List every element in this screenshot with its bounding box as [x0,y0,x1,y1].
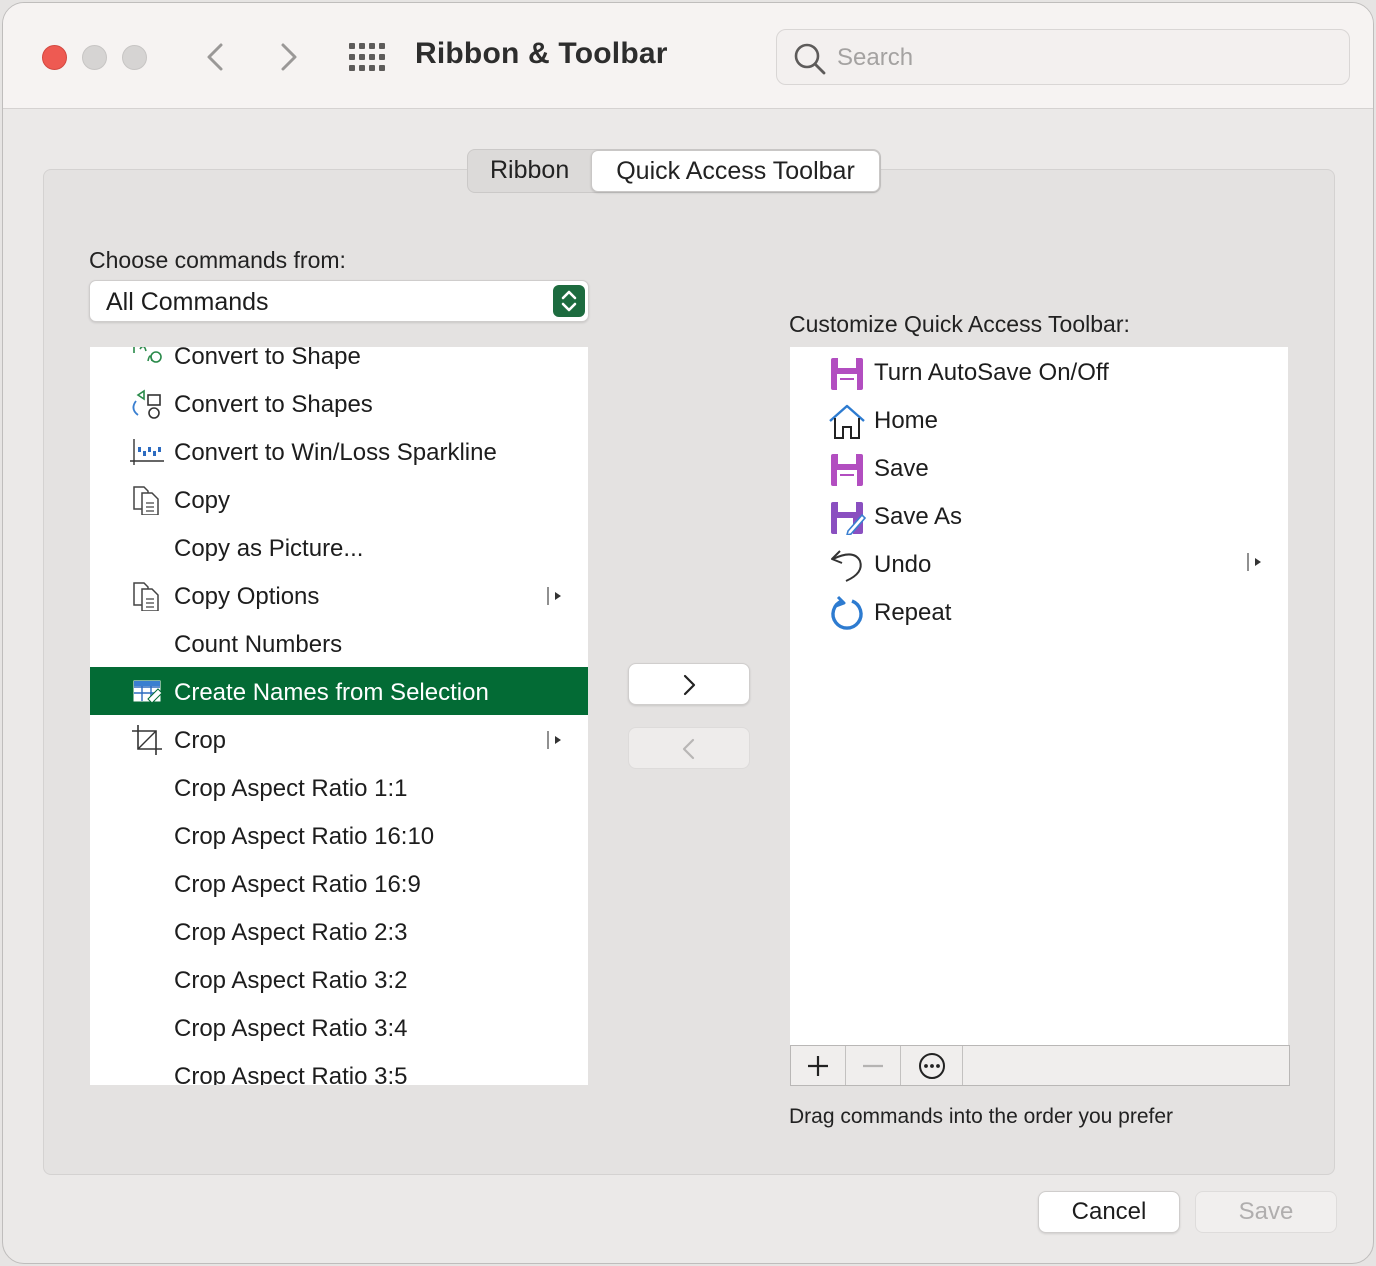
chevron-left-icon [682,738,695,760]
window-title: Ribbon & Toolbar [415,37,668,70]
add-item-button[interactable] [791,1046,846,1085]
submenu-arrow-icon [547,587,561,605]
list-item[interactable]: Turn AutoSave On/Off [790,347,1288,395]
list-item[interactable]: Repeat [790,587,1288,635]
back-button[interactable] [199,39,233,75]
list-item[interactable]: Copy Options [90,571,588,619]
save-icon [831,454,863,486]
preferences-window: Ribbon & Toolbar Ribbon Quick Access Too… [2,2,1374,1264]
add-to-toolbar-button[interactable] [628,663,750,705]
remove-item-button[interactable] [846,1046,901,1085]
list-item[interactable]: Undo [790,539,1288,587]
crop-icon [132,725,162,755]
sparkline-icon [130,439,164,465]
cancel-button[interactable]: Cancel [1038,1191,1180,1233]
search-icon [794,43,826,75]
list-item[interactable]: Crop Aspect Ratio 16:10 [90,811,588,859]
list-item[interactable]: Save As [790,491,1288,539]
more-icon [918,1052,945,1079]
toolbar-commands-list[interactable]: Turn AutoSave On/Off Home Save Save As U… [790,347,1288,1045]
list-item[interactable]: Crop Aspect Ratio 16:9 [90,859,588,907]
list-item-label: Copy as Picture... [174,535,364,562]
list-item-label: Repeat [874,599,952,626]
list-item-label: Save As [874,503,963,530]
convert-shape-icon [133,347,162,363]
grid-icon [349,43,385,71]
choose-commands-label: Choose commands from: [89,247,346,273]
close-window-button[interactable] [42,45,67,70]
minimize-window-button[interactable] [82,45,107,70]
customize-toolbar-label: Customize Quick Access Toolbar: [789,311,1130,337]
list-item[interactable]: Crop Aspect Ratio 3:4 [90,1003,588,1051]
list-item-label: Turn AutoSave On/Off [874,359,1109,386]
save-as-icon [831,502,866,535]
plus-icon [808,1055,828,1076]
list-item-label: Convert to Win/Loss Sparkline [174,439,497,466]
toolbar-list-controls [790,1045,1290,1086]
remove-from-toolbar-button[interactable] [628,727,750,769]
list-item[interactable]: Crop Aspect Ratio 1:1 [90,763,588,811]
commands-source-dropdown[interactable]: All Commands [89,280,589,322]
list-item[interactable]: Crop Aspect Ratio 2:3 [90,907,588,955]
save-icon [831,358,863,390]
list-item[interactable]: Convert to Shape [90,347,588,379]
repeat-icon [831,595,863,630]
dropdown-value: All Commands [106,288,269,316]
zoom-window-button[interactable] [122,45,147,70]
forward-button[interactable] [271,39,305,75]
commands-list[interactable]: Convert to Shape Convert to Shapes Conve… [90,347,588,1085]
minus-icon [863,1064,883,1067]
chevron-up-down-icon [553,285,585,317]
drag-hint: Drag commands into the order you prefer [789,1105,1174,1128]
list-item-label: Undo [874,551,932,578]
search-input[interactable] [837,40,1317,76]
list-item-label: Crop Aspect Ratio 16:9 [174,871,421,898]
list-item[interactable]: Crop [90,715,588,763]
copy-icon [133,582,159,611]
list-item[interactable]: Home [790,395,1288,443]
tab-switcher: Ribbon Quick Access Toolbar [467,149,881,193]
chevron-left-icon [207,43,223,71]
show-all-button[interactable] [347,41,387,73]
list-item-label: Convert to Shape [174,347,361,370]
tab-ribbon[interactable]: Ribbon [468,150,591,192]
undo-icon [831,550,862,582]
copy-icon [133,486,159,515]
convert-shapes-icon [132,389,161,419]
list-item[interactable]: Convert to Win/Loss Sparkline [90,427,588,475]
list-item-label: Crop Aspect Ratio 3:5 [174,1063,408,1085]
list-item-label: Crop Aspect Ratio 2:3 [174,919,408,946]
list-item-selected[interactable]: Create Names from Selection [90,667,588,715]
list-item-label: Copy [174,487,231,514]
list-item[interactable]: Crop Aspect Ratio 3:5 [90,1051,588,1085]
submenu-arrow-icon [1247,553,1261,571]
list-item[interactable]: Copy as Picture... [90,523,588,571]
list-item-label: Crop Aspect Ratio 3:2 [174,967,408,994]
list-item[interactable]: Copy [90,475,588,523]
save-button[interactable]: Save [1195,1191,1337,1233]
list-item-label: Crop Aspect Ratio 16:10 [174,823,435,850]
tab-quick-access-toolbar[interactable]: Quick Access Toolbar [591,150,880,192]
create-names-icon [133,680,163,704]
submenu-arrow-icon [547,731,561,749]
list-item[interactable]: Count Numbers [90,619,588,667]
list-item-label: Crop Aspect Ratio 3:4 [174,1015,408,1042]
list-item-label: Home [874,407,939,434]
title-bar: Ribbon & Toolbar [3,3,1373,109]
home-icon [829,404,865,439]
list-item[interactable]: Crop Aspect Ratio 3:2 [90,955,588,1003]
search-field[interactable] [776,29,1350,85]
list-item-label: Convert to Shapes [174,391,373,418]
list-item-label: Save [874,455,929,482]
list-item-label: Count Numbers [174,631,343,658]
list-item-label: Crop [174,727,227,754]
list-item[interactable]: Save [790,443,1288,491]
more-options-button[interactable] [901,1046,963,1085]
list-item[interactable]: Convert to Shapes [90,379,588,427]
chevron-right-icon [281,43,297,71]
list-item-label: Crop Aspect Ratio 1:1 [174,775,408,802]
list-item-label: Copy Options [174,583,320,610]
list-item-label: Create Names from Selection [174,679,489,706]
chevron-right-icon [683,674,696,696]
